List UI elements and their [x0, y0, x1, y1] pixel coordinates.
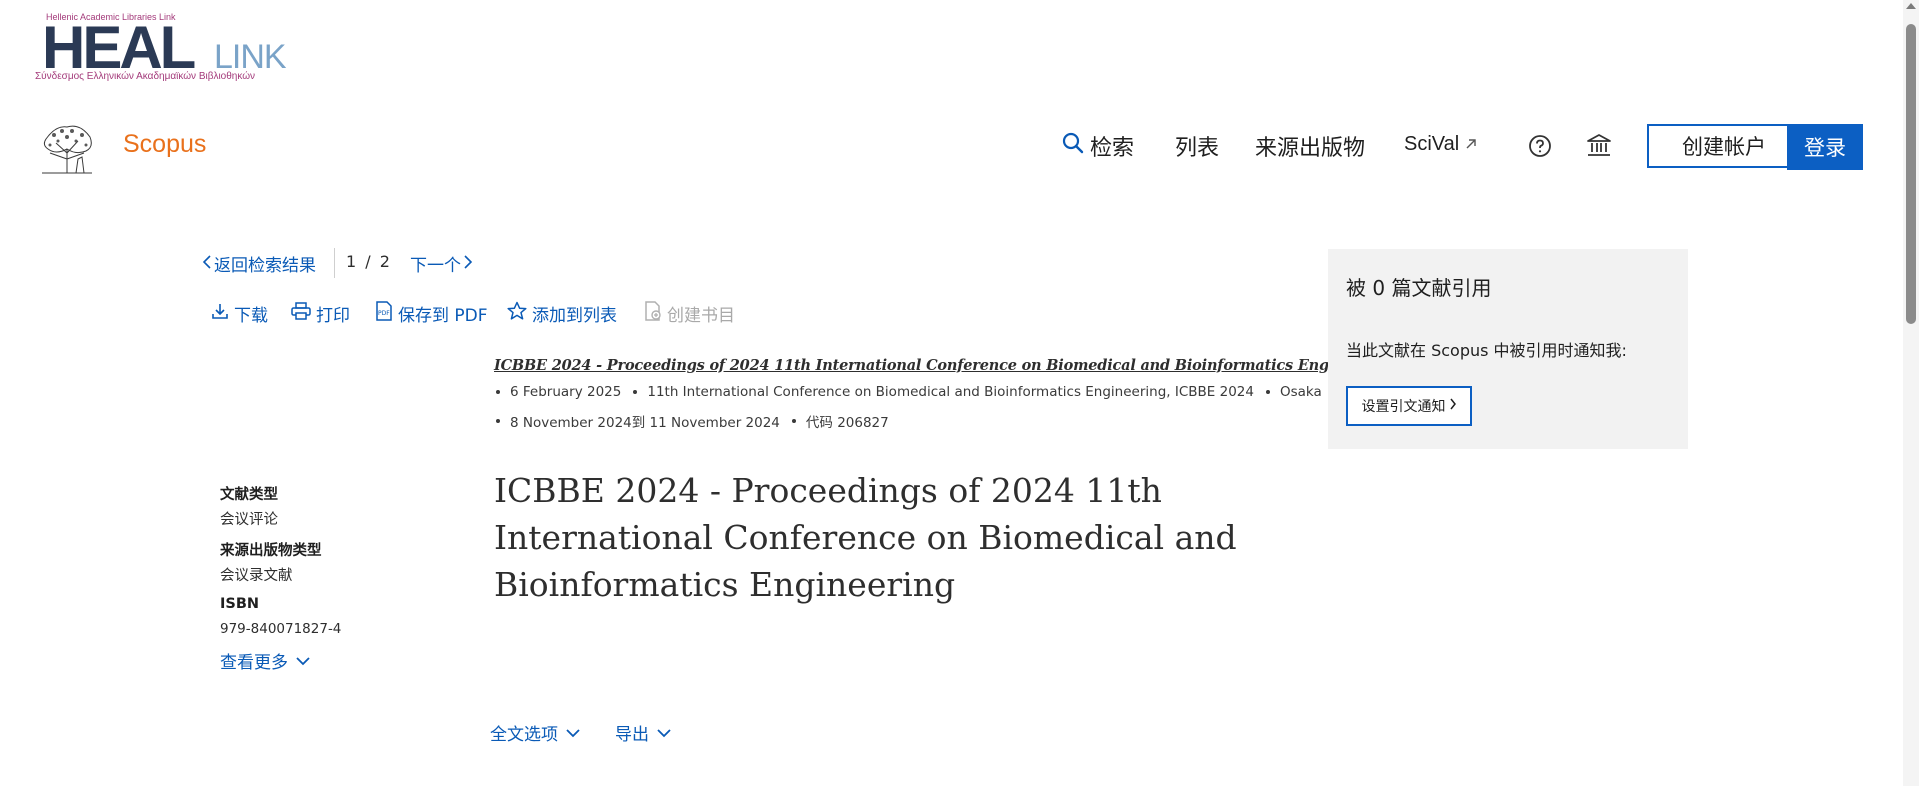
cited-by-heading: 被 0 篇文献引用 [1346, 276, 1492, 300]
download-icon [211, 302, 229, 325]
document-title: ICBBE 2024 - Proceedings of 2024 11th In… [494, 471, 1237, 604]
doc-type-value: 会议评论 [220, 512, 278, 528]
chevron-down-icon [296, 651, 310, 671]
citation-notify-text: 当此文献在 Scopus 中被引用时通知我: [1346, 341, 1627, 360]
print-button[interactable]: 打印 [291, 301, 350, 326]
create-bibliography-button[interactable]: 创建书目 [644, 301, 735, 326]
elsevier-logo-icon[interactable] [36, 119, 98, 175]
heal-link-logo[interactable]: Hellenic Academic Libraries Link HEAL LI… [34, 12, 287, 86]
back-to-results-label: 返回检索结果 [214, 256, 316, 276]
next-result-label: 下一个 [410, 256, 461, 276]
logo-link-word: LINK [214, 38, 287, 76]
add-to-list-label: 添加到列表 [532, 306, 617, 326]
create-bibliography-label: 创建书目 [667, 306, 735, 326]
source-meta-row: 6 February 2025 11th International Confe… [494, 384, 1332, 400]
pager-total: 2 [379, 252, 390, 271]
pager-current: 1 [346, 252, 357, 271]
source-title-link[interactable]: ICBBE 2024 - Proceedings of 2024 11th In… [494, 357, 1396, 374]
logo-greek-text: Σύνδεσμος Ελληνικών Ακαδημαϊκών Βιβλιοθη… [35, 71, 256, 82]
isbn-label: ISBN [220, 596, 260, 612]
show-more-label: 查看更多 [220, 653, 288, 673]
add-to-list-button[interactable]: 添加到列表 [507, 301, 617, 326]
bibliography-icon [644, 301, 662, 326]
bullet-dot [496, 419, 500, 423]
nav-scival-label: SciVal [1404, 133, 1460, 155]
set-citation-alert-button[interactable]: 设置引文通知 [1346, 386, 1472, 426]
scroll-up-arrow-icon[interactable] [1906, 3, 1916, 9]
external-link-icon [1465, 133, 1477, 156]
export-label: 导出 [615, 725, 649, 745]
source-type-value: 会议录文献 [220, 568, 293, 584]
save-pdf-button[interactable]: PDF 保存到 PDF [375, 301, 488, 326]
chevron-right-icon [1449, 398, 1457, 414]
pager-divider [334, 248, 335, 278]
nav-lists[interactable]: 列表 [1175, 130, 1219, 162]
doc-type-label: 文献类型 [220, 487, 278, 503]
scrollbar-thumb[interactable] [1906, 24, 1916, 324]
chevron-left-icon [202, 254, 212, 274]
scopus-brand-link[interactable]: Scopus [123, 130, 206, 159]
svg-text:PDF: PDF [378, 310, 390, 317]
chevron-down-icon [566, 723, 580, 743]
printer-icon [291, 302, 311, 325]
download-button[interactable]: 下载 [211, 301, 268, 326]
publication-date: 6 February 2025 [510, 384, 622, 400]
show-more-button[interactable]: 查看更多 [220, 648, 310, 673]
save-pdf-label: 保存到 PDF [398, 306, 488, 326]
chevron-down-icon [657, 723, 671, 743]
bullet-dot [1265, 390, 1270, 394]
export-button[interactable]: 导出 [615, 720, 671, 745]
conference-code: 代码 206827 [805, 415, 889, 431]
bullet-dot [633, 390, 638, 394]
source-meta-row: 8 November 2024到 11 November 2024 代码 206… [494, 411, 899, 431]
bullet-dot [496, 390, 500, 394]
pager-separator: / [365, 252, 371, 271]
full-text-options-button[interactable]: 全文选项 [490, 720, 580, 745]
nav-lists-label: 列表 [1175, 135, 1220, 160]
isbn-value: 979-840071827-4 [220, 621, 342, 637]
create-account-button[interactable]: 创建帐户 [1647, 124, 1801, 168]
back-to-results-link[interactable]: 返回检索结果 [202, 251, 316, 276]
logo-heal-word: HEAL [42, 14, 196, 81]
conference-name: 11th International Conference on Biomedi… [647, 384, 1254, 400]
result-pager: 1 / 2 [346, 252, 390, 271]
help-icon[interactable] [1528, 134, 1552, 162]
print-label: 打印 [316, 306, 350, 326]
login-button[interactable]: 登录 [1787, 124, 1863, 170]
download-label: 下载 [234, 306, 268, 326]
nav-scival[interactable]: SciVal [1404, 133, 1477, 156]
institution-icon[interactable] [1586, 132, 1612, 162]
star-icon [507, 301, 527, 326]
chevron-right-icon [463, 254, 473, 274]
full-text-options-label: 全文选项 [490, 725, 558, 745]
conference-dates: 8 November 2024到 11 November 2024 [510, 415, 780, 431]
source-type-label: 来源出版物类型 [220, 543, 322, 559]
nav-search-label: 检索 [1090, 135, 1135, 160]
conference-location: Osaka [1279, 384, 1322, 400]
pdf-file-icon: PDF [375, 301, 393, 326]
nav-search[interactable]: 检索 [1062, 130, 1134, 162]
bullet-dot [791, 419, 796, 423]
nav-sources-label: 来源出版物 [1255, 135, 1366, 160]
search-icon [1062, 132, 1084, 160]
next-result-link[interactable]: 下一个 [410, 251, 473, 276]
set-citation-alert-label: 设置引文通知 [1361, 399, 1446, 415]
nav-sources[interactable]: 来源出版物 [1255, 130, 1365, 162]
